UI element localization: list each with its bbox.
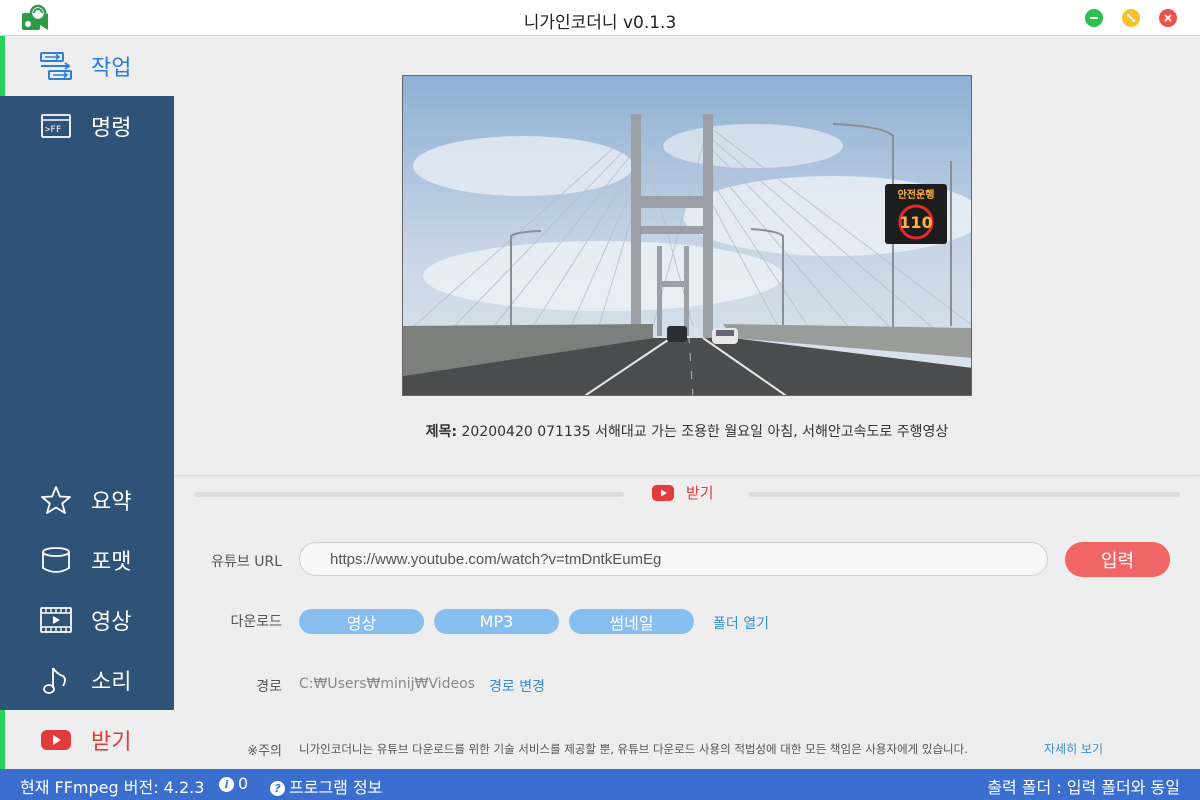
download-thumbnail-button[interactable]: 썸네일 — [569, 609, 694, 634]
details-link[interactable]: 자세히 보기 — [1044, 740, 1103, 757]
section-title: 받기 — [686, 484, 714, 502]
work-icon — [38, 50, 74, 82]
youtube-icon — [38, 724, 74, 756]
video-title-label: 제목: — [425, 424, 458, 440]
sidebar-item-label: 영상 — [91, 610, 132, 635]
sidebar: 작업 >FF 명령 요약 포맷 영상 소리 받기 — [0, 36, 174, 770]
command-icon: >FF — [38, 110, 74, 142]
format-icon — [38, 544, 74, 576]
download-label: 다운로드 — [230, 614, 282, 630]
section-divider — [174, 475, 1200, 476]
sidebar-item-label: 받기 — [91, 730, 132, 755]
notice-text: 니가인코더니는 유튜브 다운로드를 위한 기술 서비스를 제공할 뿐, 유튜브 … — [299, 742, 968, 756]
sidebar-item-label: 명령 — [91, 116, 132, 141]
window-title: 니가인코더니 v0.1.3 — [523, 13, 677, 33]
sidebar-item-video[interactable]: 영상 — [0, 590, 174, 650]
receive-section-header: 받기 — [652, 482, 714, 503]
sidebar-item-command[interactable]: >FF 명령 — [0, 96, 174, 156]
section-line-right — [749, 492, 1180, 497]
download-video-button[interactable]: 영상 — [299, 609, 424, 634]
minimize-icon — [1090, 17, 1098, 19]
youtube-icon — [652, 484, 674, 501]
sidebar-item-label: 작업 — [91, 56, 132, 81]
help-icon: ? — [270, 781, 285, 796]
section-line-left — [194, 492, 624, 497]
path-label: 경로 — [256, 679, 282, 695]
maximize-button[interactable] — [1122, 9, 1140, 27]
sidebar-item-summary[interactable]: 요약 — [0, 470, 174, 530]
status-bar: 현재 FFmpeg 버전: 4.2.3 i0 ? 프로그램 정보 출력 폴더 : … — [0, 769, 1200, 800]
sidebar-item-sound[interactable]: 소리 — [0, 650, 174, 710]
url-label: 유튜브 URL — [211, 554, 282, 570]
info-indicator[interactable]: i0 — [219, 774, 248, 793]
svg-text:>FF: >FF — [45, 125, 61, 135]
change-path-link[interactable]: 경로 변경 — [489, 676, 545, 696]
open-folder-link[interactable]: 폴더 열기 — [713, 613, 769, 633]
info-icon: i — [219, 777, 234, 792]
output-folder[interactable]: 출력 폴더 : 입력 폴더와 동일 — [987, 774, 1180, 798]
active-indicator — [0, 36, 5, 96]
sidebar-item-label: 포맷 — [91, 550, 132, 575]
sidebar-item-format[interactable]: 포맷 — [0, 530, 174, 590]
sidebar-item-label: 소리 — [91, 670, 132, 695]
download-mp3-button[interactable]: MP3 — [434, 609, 559, 634]
close-button[interactable] — [1159, 9, 1177, 27]
maximize-icon — [1127, 14, 1135, 22]
path-value: C:₩Users₩minij₩Videos — [299, 676, 475, 692]
program-info-label: 프로그램 정보 — [289, 778, 383, 797]
star-icon — [38, 484, 74, 516]
notice-label: ※주의 — [247, 744, 282, 759]
video-thumbnail: 안전운행 110 — [402, 75, 972, 396]
sidebar-item-work[interactable]: 작업 — [0, 36, 174, 96]
main-panel: 안전운행 110 제목: 20200420 071135 서해대교 가는 조용한… — [174, 36, 1200, 769]
sidebar-item-label: 요약 — [91, 490, 132, 515]
film-icon — [38, 604, 74, 636]
music-note-icon — [38, 664, 74, 696]
video-title-value: 20200420 071135 서해대교 가는 조용한 월요일 아침, 서해안고… — [461, 424, 949, 440]
svg-text:안전운행: 안전운행 — [898, 188, 935, 201]
youtube-url-input[interactable] — [299, 542, 1048, 576]
svg-text:110: 110 — [899, 213, 932, 232]
sidebar-item-receive[interactable]: 받기 — [0, 710, 174, 770]
minimize-button[interactable] — [1085, 9, 1103, 27]
info-count: 0 — [238, 774, 249, 793]
video-title: 제목: 20200420 071135 서해대교 가는 조용한 월요일 아침, … — [174, 421, 1200, 441]
ffmpeg-version: 현재 FFmpeg 버전: 4.2.3 — [20, 778, 205, 797]
submit-button[interactable]: 입력 — [1065, 542, 1170, 577]
title-bar: 니가인코더니 v0.1.3 — [0, 0, 1200, 36]
program-info-button[interactable]: ? 프로그램 정보 — [270, 774, 382, 798]
close-icon — [1164, 14, 1172, 22]
active-indicator — [0, 710, 5, 770]
